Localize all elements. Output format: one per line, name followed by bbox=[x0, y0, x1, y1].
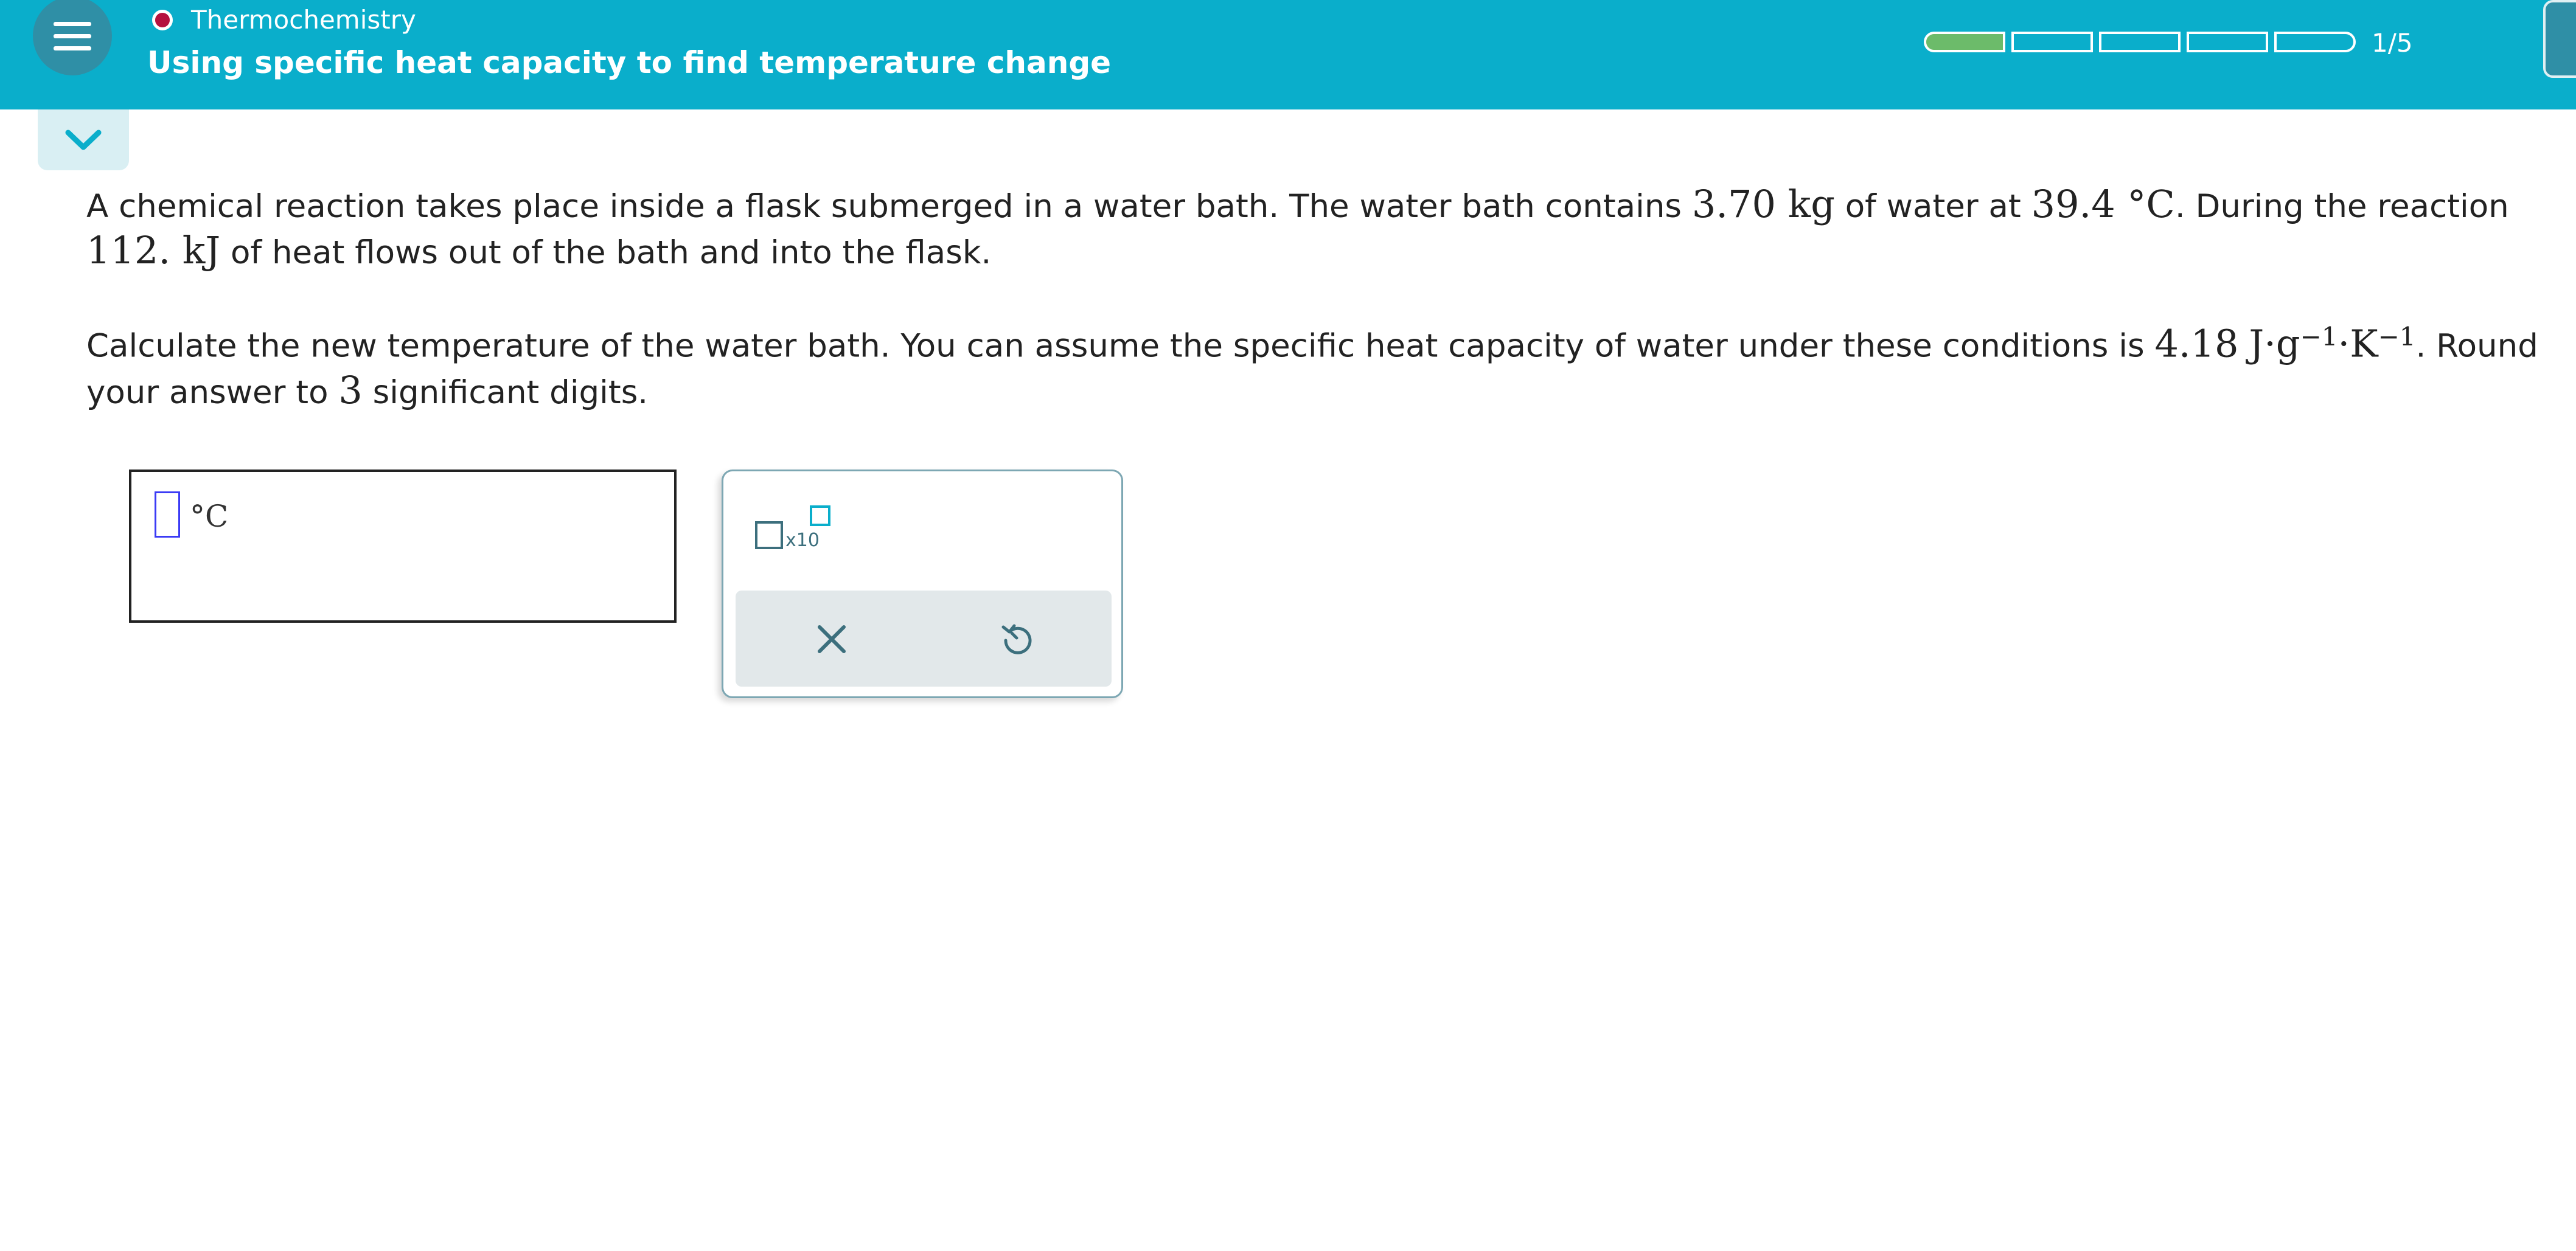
tool-action-bar bbox=[736, 591, 1112, 687]
question-paragraph-2: Calculate the new temperature of the wat… bbox=[86, 315, 2544, 415]
hamburger-line bbox=[54, 34, 91, 38]
undo-icon bbox=[1001, 624, 1032, 654]
scientific-notation-button[interactable]: x10 bbox=[755, 505, 840, 560]
heat-value: 112. kJ bbox=[86, 228, 221, 272]
progress-segment-complete bbox=[1924, 32, 2005, 52]
water-mass-value: 3.70 kg bbox=[1691, 182, 1835, 226]
scientific-notation-label: x10 bbox=[785, 530, 820, 551]
scientific-notation-icon bbox=[755, 521, 783, 549]
topic-status-icon bbox=[152, 10, 173, 30]
page-title: Using specific heat capacity to find tem… bbox=[147, 45, 1112, 80]
exponent-box-icon bbox=[810, 505, 830, 526]
question-paragraph-1: A chemical reaction takes place inside a… bbox=[86, 182, 2544, 275]
progress-segment bbox=[2099, 32, 2181, 52]
answer-input-cursor[interactable] bbox=[155, 491, 180, 538]
clear-button[interactable] bbox=[812, 620, 851, 659]
question-text: Calculate the new temperature of the wat… bbox=[86, 327, 2155, 365]
specific-heat-unit: ·K bbox=[2338, 321, 2378, 366]
initial-temperature-value: 39.4 °C bbox=[2031, 182, 2175, 226]
question-text: significant digits. bbox=[362, 373, 649, 411]
progress-segment bbox=[2187, 32, 2268, 52]
question-text: of heat flows out of the bath and into t… bbox=[220, 234, 992, 271]
question-text: of water at bbox=[1834, 188, 2031, 225]
progress-count: 1/5 bbox=[2372, 28, 2413, 58]
specific-heat-value: 4.18 bbox=[2154, 321, 2239, 366]
progress-segment bbox=[2011, 32, 2093, 52]
menu-button[interactable] bbox=[33, 0, 112, 75]
specific-heat-unit: J·g bbox=[2249, 321, 2300, 366]
topic-label: Thermochemistry bbox=[191, 5, 416, 35]
hamburger-menu-icon bbox=[54, 22, 91, 26]
undo-button[interactable] bbox=[997, 619, 1036, 657]
header-bar: Thermochemistry Using specific heat capa… bbox=[0, 0, 2576, 109]
significant-digits-value: 3 bbox=[338, 367, 363, 412]
unit-exponent: −1 bbox=[2378, 322, 2416, 352]
unit-exponent: −1 bbox=[2300, 322, 2338, 352]
answer-unit-label: °C bbox=[190, 499, 229, 534]
hamburger-line bbox=[54, 46, 91, 50]
side-panel-tab[interactable] bbox=[2543, 0, 2576, 78]
answer-input[interactable]: °C bbox=[129, 470, 677, 623]
progress-segment bbox=[2274, 32, 2356, 52]
question-text: . During the reaction bbox=[2174, 188, 2509, 225]
collapse-button[interactable] bbox=[38, 109, 129, 170]
close-x-icon bbox=[818, 625, 846, 653]
answer-tool-panel: x10 bbox=[722, 470, 1123, 698]
question-text: A chemical reaction takes place inside a… bbox=[86, 188, 1692, 225]
chevron-down-icon bbox=[65, 130, 102, 150]
